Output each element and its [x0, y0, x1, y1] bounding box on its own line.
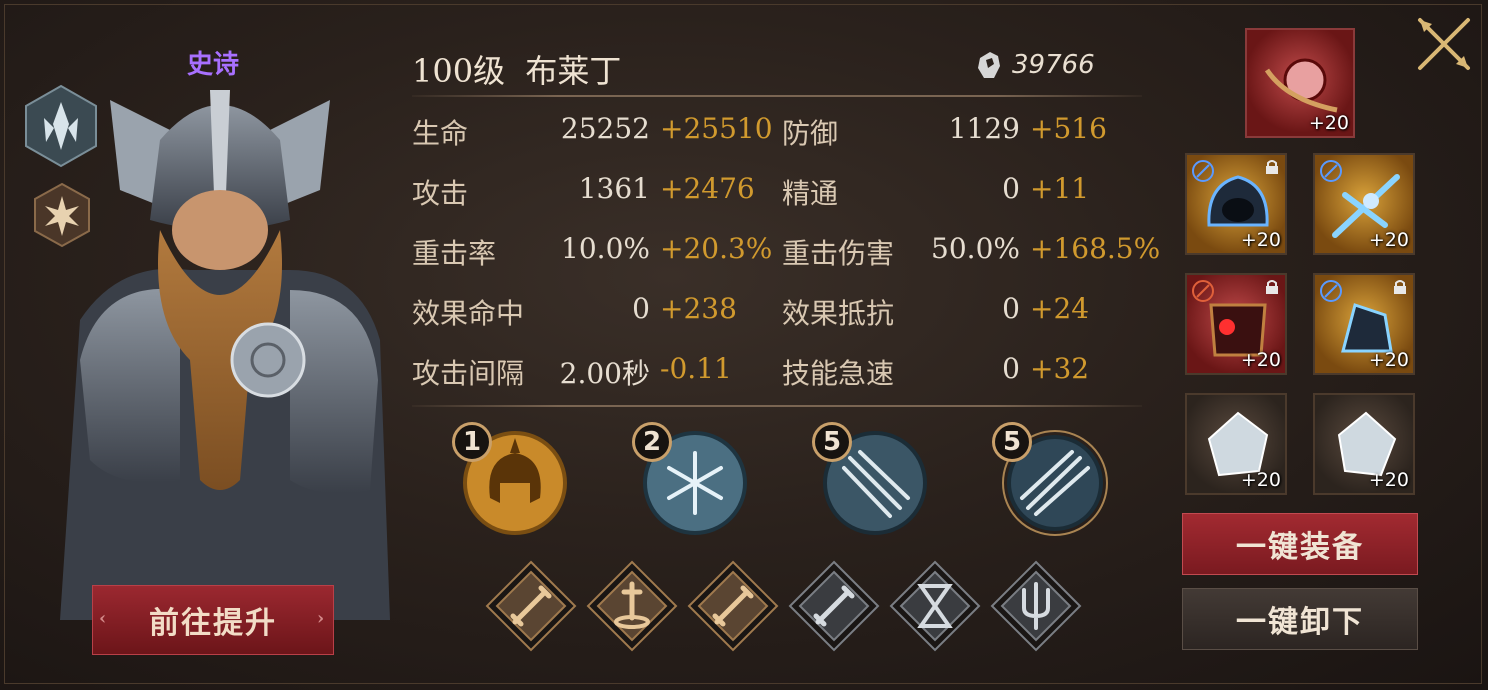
- skill-level-badge: 5: [812, 422, 852, 462]
- skill-slot-1[interactable]: 1: [452, 422, 570, 538]
- right-ornament-icon: ›: [317, 608, 327, 629]
- stat-row: 技能急速 0 +32: [782, 352, 1142, 392]
- stat-label: 技能急速: [782, 357, 895, 390]
- header-divider: [412, 95, 1142, 97]
- stat-base-value: 0: [632, 292, 650, 325]
- hero-detail-panel: 史诗 ‹ 前往提升 › 100级 布莱丁 39766 生命 25252 +25510…: [0, 0, 1488, 690]
- combat-power-value: 39766: [1012, 50, 1095, 80]
- stat-base-value: 2.00秒: [559, 357, 650, 390]
- skill-level-badge: 1: [452, 422, 492, 462]
- stat-row: 防御 1129 +516: [782, 112, 1142, 152]
- skill-level-badge: 5: [992, 422, 1032, 462]
- skill-level-badge: 2: [632, 422, 672, 462]
- stat-base-value: 50.0%: [931, 232, 1020, 265]
- artifact-slot[interactable]: +20: [1245, 28, 1355, 138]
- stat-bonus-value: +20.3%: [660, 232, 773, 265]
- talent-slot[interactable]: [687, 560, 779, 652]
- stat-bonus-value: +168.5%: [1030, 232, 1161, 265]
- equipment-slot[interactable]: +20: [1313, 393, 1415, 495]
- stat-base-value: 10.0%: [561, 232, 650, 265]
- stat-bonus-value: +238: [660, 292, 737, 325]
- combat-power: 39766: [976, 50, 1095, 80]
- stat-base-value: 0: [1002, 352, 1020, 385]
- power-fist-icon: [978, 52, 1000, 78]
- element-star-icon[interactable]: [33, 182, 91, 248]
- stat-row: 生命 25252 +25510: [412, 112, 773, 152]
- blue-set-mark-icon: [1192, 160, 1214, 182]
- stat-base-value: 1129: [948, 112, 1020, 145]
- equipment-level: +20: [1240, 469, 1281, 491]
- stat-bonus-value: +516: [1030, 112, 1107, 145]
- stat-base-value: 0: [1002, 292, 1020, 325]
- unequip-all-button[interactable]: 一键卸下: [1182, 588, 1418, 650]
- equipment-slot[interactable]: +20: [1185, 153, 1287, 255]
- stat-row: 攻击 1361 +2476: [412, 172, 772, 212]
- blue-set-mark-icon: [1320, 280, 1342, 302]
- stat-label: 效果命中: [412, 297, 525, 330]
- stat-label: 效果抵抗: [782, 297, 895, 330]
- talent-slot[interactable]: [586, 560, 678, 652]
- stat-base-value: 0: [1002, 172, 1020, 205]
- stat-bonus-value: +24: [1030, 292, 1090, 325]
- close-icon[interactable]: [1414, 14, 1474, 74]
- lock-icon[interactable]: [1265, 159, 1279, 175]
- talent-slot[interactable]: [788, 560, 880, 652]
- lock-icon[interactable]: [1265, 279, 1279, 295]
- talent-slot[interactable]: [485, 560, 577, 652]
- sword-icon: [788, 560, 880, 652]
- hero-level-name: 100级 布莱丁: [412, 52, 622, 90]
- stat-row: 攻击间隔 2.00秒 -0.11: [412, 352, 772, 392]
- equipment-level: +20: [1368, 469, 1409, 491]
- equipment-level: +20: [1368, 349, 1409, 371]
- artifact-level: +20: [1308, 112, 1349, 134]
- sword-in-stone-icon: [586, 560, 678, 652]
- equipment-slot[interactable]: +20: [1185, 273, 1287, 375]
- ranger-class-icon[interactable]: [24, 84, 98, 168]
- stat-bonus-value: +2476: [660, 172, 755, 205]
- skill-slot-4[interactable]: 5: [992, 422, 1110, 538]
- stats-divider: [412, 405, 1142, 407]
- stat-row: 重击率 10.0% +20.3%: [412, 232, 772, 272]
- stat-label: 重击伤害: [782, 237, 895, 270]
- upgrade-button-label: 前往提升: [149, 606, 277, 641]
- equipment-slot[interactable]: +20: [1185, 393, 1287, 495]
- sword-icon: [687, 560, 779, 652]
- lock-icon[interactable]: [1393, 279, 1407, 295]
- equipment-slot[interactable]: +20: [1313, 153, 1415, 255]
- sword-icon: [485, 560, 577, 652]
- stat-label: 攻击: [412, 177, 469, 210]
- stat-bonus-value: +25510: [660, 112, 773, 145]
- equipment-slot[interactable]: +20: [1313, 273, 1415, 375]
- hourglass-icon: [889, 560, 981, 652]
- rarity-label: 史诗: [186, 50, 239, 80]
- blue-set-mark-icon: [1320, 160, 1342, 182]
- stat-row: 效果抵抗 0 +24: [782, 292, 1142, 332]
- equipment-level: +20: [1240, 349, 1281, 371]
- upgrade-button[interactable]: ‹ 前往提升 ›: [92, 585, 334, 655]
- skill-slot-3[interactable]: 5: [812, 422, 930, 538]
- talent-slot[interactable]: [990, 560, 1082, 652]
- stat-row: 效果命中 0 +238: [412, 292, 772, 332]
- equipment-level: +20: [1368, 229, 1409, 251]
- stat-label: 攻击间隔: [412, 357, 525, 390]
- stat-row: 重击伤害 50.0% +168.5%: [782, 232, 1160, 272]
- skill-slot-2[interactable]: 2: [632, 422, 750, 538]
- trident-icon: [990, 560, 1082, 652]
- left-ornament-icon: ‹: [99, 608, 109, 629]
- stat-bonus-value: +32: [1030, 352, 1090, 385]
- stat-row: 精通 0 +11: [782, 172, 1142, 212]
- talent-slot[interactable]: [889, 560, 981, 652]
- stat-base-value: 25252: [560, 112, 650, 145]
- stat-bonus-value: -0.11: [660, 352, 732, 385]
- equip-all-button[interactable]: 一键装备: [1182, 513, 1418, 575]
- stat-label: 防御: [782, 117, 839, 150]
- stat-label: 生命: [412, 117, 469, 150]
- stat-bonus-value: +11: [1030, 172, 1090, 205]
- stat-label: 重击率: [412, 237, 497, 270]
- stat-label: 精通: [782, 177, 839, 210]
- stat-base-value: 1361: [578, 172, 650, 205]
- equipment-level: +20: [1240, 229, 1281, 251]
- red-set-mark-icon: [1192, 280, 1214, 302]
